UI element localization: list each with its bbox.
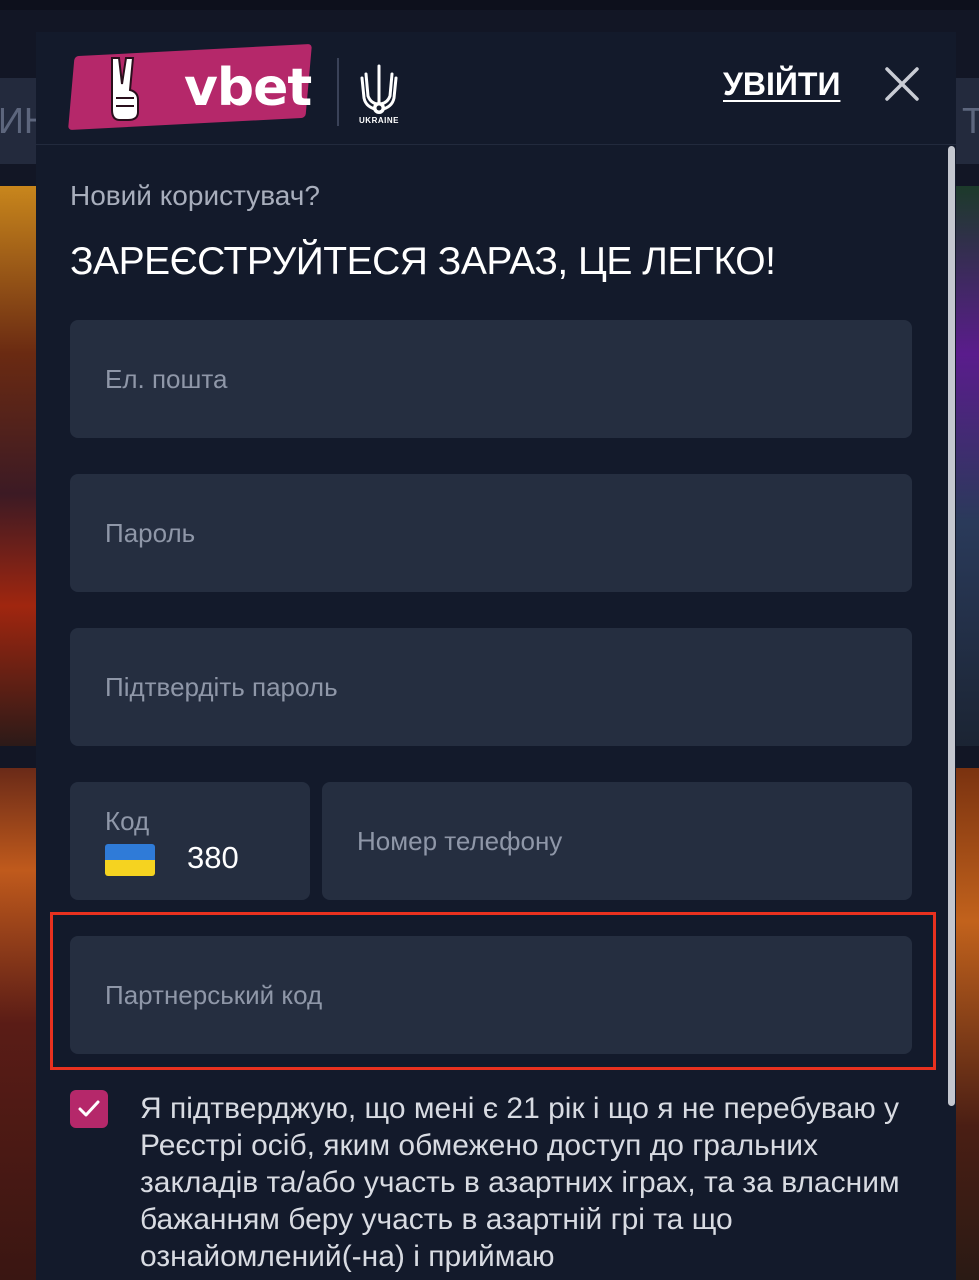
- logo-text: vbet: [184, 58, 312, 118]
- phone-code-label: Код: [105, 806, 150, 836]
- login-link[interactable]: УВІЙТИ: [723, 66, 840, 103]
- background-banner: [0, 768, 40, 1280]
- ukraine-caption: UKRAINE: [359, 116, 399, 125]
- partner-code-placeholder: Партнерський код: [105, 979, 323, 1010]
- phone-code-select[interactable]: Код 380: [70, 782, 310, 900]
- new-user-subtitle: Новий користувач?: [70, 180, 320, 211]
- peace-hand-icon: [111, 57, 139, 121]
- site-top-bar: [0, 0, 979, 10]
- confirm-password-placeholder: Підтвердіть пароль: [105, 671, 338, 702]
- modal-header: vbet UKRAINE УВІЙТИ: [36, 32, 956, 145]
- scrollbar-thumb[interactable]: [948, 146, 955, 1106]
- register-title: ЗАРЕЄСТРУЙТЕСЯ ЗАРАЗ, ЦЕ ЛЕГКО!: [70, 240, 776, 283]
- site-nav-item-fragment: Т: [962, 100, 979, 141]
- logo-divider: [337, 58, 339, 126]
- vbet-logo[interactable]: vbet: [68, 43, 352, 131]
- phone-number-field[interactable]: Номер телефону: [322, 782, 912, 900]
- email-placeholder: Ел. пошта: [105, 363, 228, 394]
- consent-checkbox[interactable]: [70, 1090, 108, 1128]
- ukraine-flag-icon: [105, 844, 155, 876]
- confirm-password-field[interactable]: Підтвердіть пароль: [70, 628, 912, 746]
- password-field[interactable]: Пароль: [70, 474, 912, 592]
- page: ИНС Т vbet UKRAINE УВІЙТИ: [0, 0, 979, 1280]
- checkmark-icon: [78, 1100, 100, 1117]
- phone-number-placeholder: Номер телефону: [357, 825, 563, 856]
- background-banner: [0, 186, 40, 746]
- email-field[interactable]: Ел. пошта: [70, 320, 912, 438]
- partner-code-field[interactable]: Партнерський код: [70, 936, 912, 1054]
- phone-code-value: 380: [187, 840, 239, 875]
- close-icon[interactable]: [884, 66, 920, 102]
- password-placeholder: Пароль: [105, 517, 196, 548]
- registration-modal: vbet UKRAINE УВІЙТИ Новий користувач? ЗА…: [36, 32, 956, 1280]
- consent-text: Я підтверджую, що мені є 21 рік і що я н…: [140, 1092, 900, 1273]
